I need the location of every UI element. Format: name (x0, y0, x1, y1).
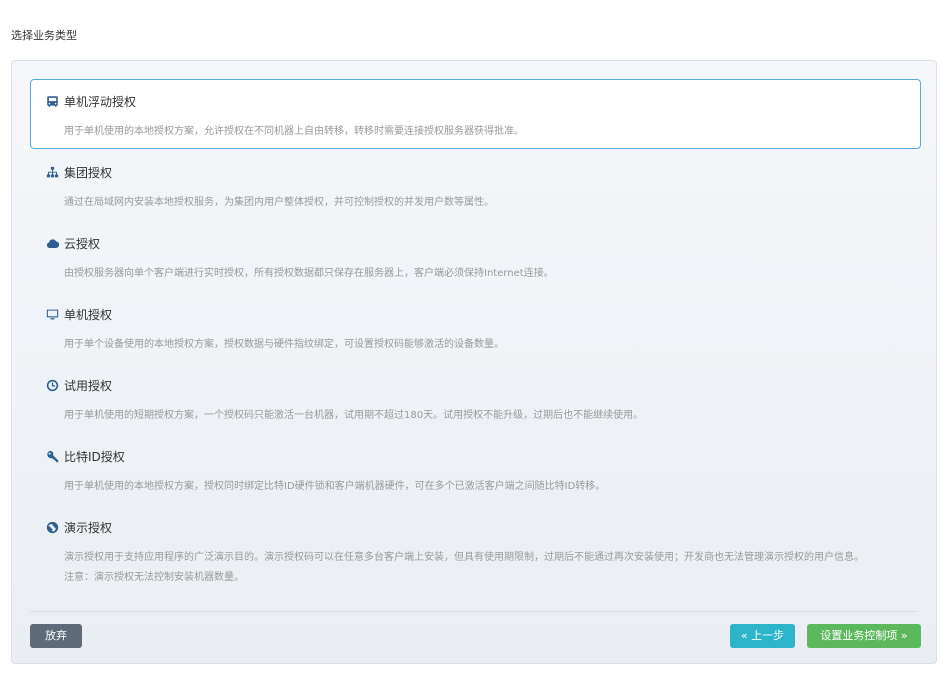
option-title: 集团授权 (64, 166, 113, 180)
option-standalone[interactable]: 单机授权 用于单个设备使用的本地授权方案，授权数据与硬件指纹绑定，可设置授权码能… (30, 292, 921, 362)
option-title: 演示授权 (64, 521, 113, 535)
option-title: 比特ID授权 (64, 450, 125, 464)
option-demo[interactable]: 演示授权 演示授权用于支持应用程序的广泛演示目的。演示授权码可以在任意多台客户端… (30, 505, 921, 585)
monitor-icon (45, 307, 59, 321)
option-bitid[interactable]: 比特ID授权 用于单机使用的本地授权方案，授权同时绑定比特ID硬件锁和客户端机器… (30, 434, 921, 504)
globe-icon (45, 520, 59, 534)
option-trial[interactable]: 试用授权 用于单机使用的短期授权方案，一个授权码只能激活一台机器，试用期不超过1… (30, 363, 921, 433)
option-description: 用于单机使用的本地授权方案，允许授权在不同机器上自由转移，转移时需要连接授权服务… (64, 126, 524, 137)
option-title: 云授权 (64, 237, 101, 251)
sitemap-icon (45, 165, 59, 179)
option-description: 通过在局域网内安装本地授权服务，为集团内用户整体授权，并可控制授权的并发用户数等… (64, 197, 494, 208)
option-description: 用于单个设备使用的本地授权方案，授权数据与硬件指纹绑定，可设置授权码能够激活的设… (64, 339, 504, 350)
option-description: 由授权服务器向单个客户端进行实时授权，所有授权数据都只保存在服务器上，客户端必须… (64, 268, 554, 279)
option-description: 演示授权用于支持应用程序的广泛演示目的。演示授权码可以在任意多台客户端上安装，但… (64, 552, 864, 563)
option-group[interactable]: 集团授权 通过在局域网内安装本地授权服务，为集团内用户整体授权，并可控制授权的并… (30, 150, 921, 220)
option-title: 单机授权 (64, 308, 113, 322)
previous-step-button[interactable]: « 上一步 (730, 624, 795, 648)
page-title: 选择业务类型 (11, 29, 77, 42)
option-title: 试用授权 (64, 379, 113, 393)
cloud-icon (45, 236, 59, 250)
key-icon (45, 449, 59, 463)
option-standalone-floating[interactable]: 单机浮动授权 用于单机使用的本地授权方案，允许授权在不同机器上自由转移，转移时需… (30, 79, 921, 149)
option-description: 用于单机使用的本地授权方案，授权同时绑定比特ID硬件锁和客户端机器硬件，可在多个… (64, 481, 606, 492)
set-business-control-button[interactable]: 设置业务控制项 » (807, 624, 921, 648)
option-title: 单机浮动授权 (64, 95, 137, 109)
clock-icon (45, 378, 59, 392)
divider (30, 611, 917, 612)
abandon-button[interactable]: 放弃 (30, 624, 82, 648)
option-note: 注意：演示授权无法控制安装机器数量。 (64, 572, 244, 583)
bus-icon (45, 94, 59, 108)
option-cloud[interactable]: 云授权 由授权服务器向单个客户端进行实时授权，所有授权数据都只保存在服务器上，客… (30, 221, 921, 291)
business-type-panel: 单机浮动授权 用于单机使用的本地授权方案，允许授权在不同机器上自由转移，转移时需… (11, 60, 937, 664)
option-description: 用于单机使用的短期授权方案，一个授权码只能激活一台机器，试用期不超过180天。试… (64, 410, 644, 421)
